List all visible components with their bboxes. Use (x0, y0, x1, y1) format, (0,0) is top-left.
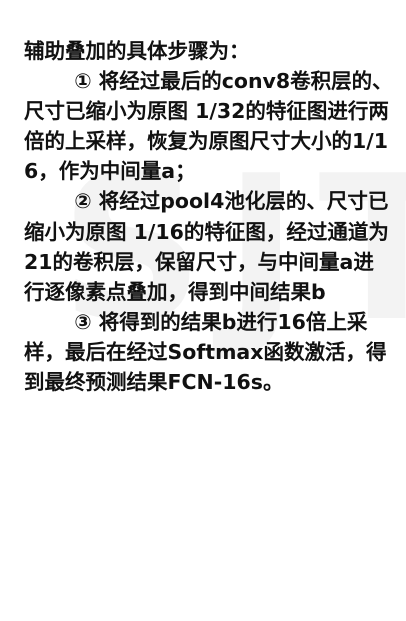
step-1-paragraph: ① 将经过最后的conv8卷积层的、尺寸已缩小为原图 1/32的特征图进行两倍的… (24, 69, 393, 184)
document-body: 辅助叠加的具体步骤为： ① 将经过最后的conv8卷积层的、尺寸已缩小为原图 1… (24, 36, 394, 397)
step-3-paragraph: ③ 将得到的结果b进行16倍上采样，最后在经过Softmax函数激活，得到最终预… (24, 309, 387, 395)
step-2-paragraph: ② 将经过pool4池化层的、尺寸已缩小为原图 1/16的特征图，经过通道为21… (24, 189, 389, 304)
steps-heading: 辅助叠加的具体步骤为： (24, 39, 250, 63)
document-page: SJT 辅助叠加的具体步骤为： ① 将经过最后的conv8卷积层的、尺寸已缩小为… (0, 0, 406, 621)
